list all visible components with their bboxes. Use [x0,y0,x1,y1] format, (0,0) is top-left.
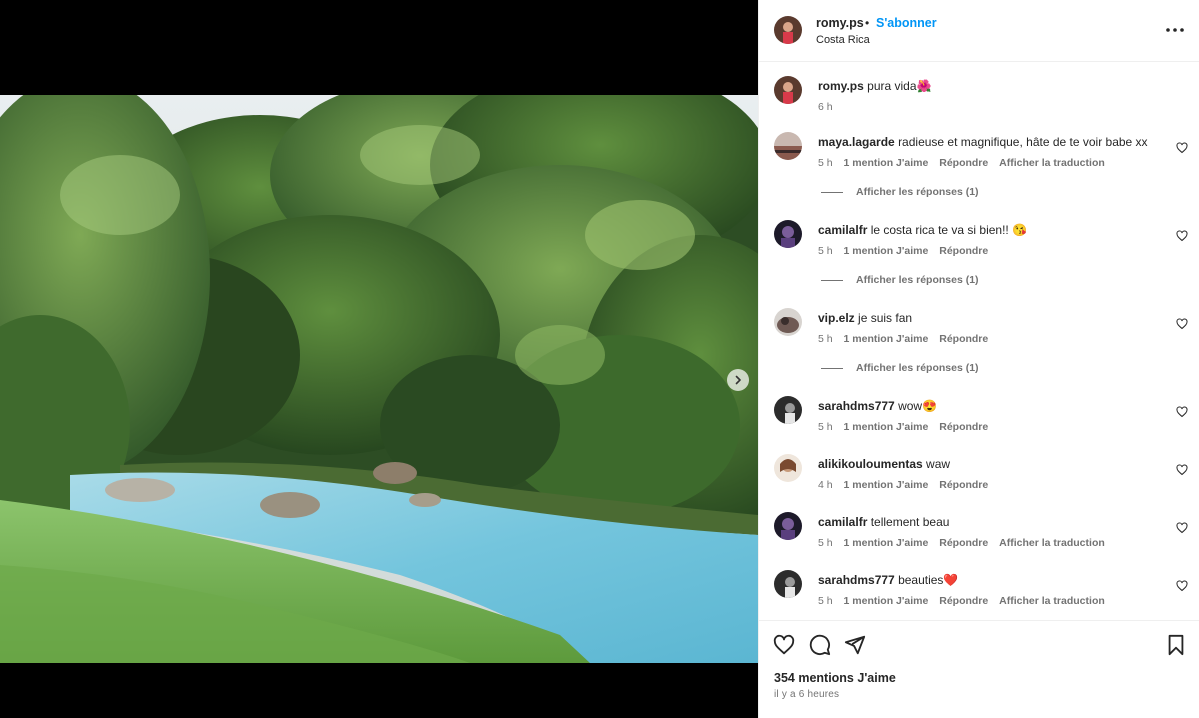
caption-emoji: 🌺 [916,79,932,93]
reply-button[interactable]: Répondre [939,333,988,345]
comment-body: wow😍 [898,399,938,413]
translate-button[interactable]: Afficher la traduction [999,595,1105,607]
comment-time[interactable]: 5 h [818,157,833,169]
comment-body: le costa rica te va si bien!! 😘 [870,223,1028,237]
caption-meta: 6 h [818,101,841,113]
comment-time[interactable]: 5 h [818,245,833,257]
reply-button[interactable]: Répondre [939,595,988,607]
comment-likes-count[interactable]: 1 mention J'aime [844,537,929,549]
comment-body: tellement beau [870,515,950,529]
view-replies-button[interactable]: Afficher les réponses (1) [821,362,979,374]
comment-time[interactable]: 5 h [818,333,833,345]
chevron-right-icon [735,375,741,385]
heart-icon[interactable] [1176,464,1188,476]
paper-plane-icon[interactable] [844,634,866,656]
comment-username[interactable]: vip.elz [818,311,855,325]
comment-icon[interactable] [809,634,831,656]
heart-icon[interactable] [1176,230,1188,242]
heart-icon[interactable] [773,634,795,656]
comment-avatar[interactable] [774,132,802,160]
comment-likes-count[interactable]: 1 mention J'aime [844,595,929,607]
caption-avatar[interactable] [774,76,802,104]
bookmark-icon[interactable] [1165,634,1187,656]
reply-button[interactable]: Répondre [939,479,988,491]
comment-body: beauties❤️ [898,573,959,587]
comment-avatar[interactable] [774,454,802,482]
comments-list: romy.ps pura vida🌺 6 h maya.lagarde radi… [759,62,1199,620]
comment-username[interactable]: sarahdms777 [818,399,895,413]
heart-icon[interactable] [1176,406,1188,418]
comment-username[interactable]: camilalfr [818,515,867,529]
comment-body: waw [926,457,951,471]
comment-username[interactable]: sarahdms777 [818,573,895,587]
author-avatar[interactable] [774,16,802,44]
translate-button[interactable]: Afficher la traduction [999,537,1105,549]
comment-avatar[interactable] [774,396,802,424]
reply-button[interactable]: Répondre [939,157,988,169]
heart-icon[interactable] [1176,142,1188,154]
comment-time[interactable]: 5 h [818,421,833,433]
comment-time[interactable]: 5 h [818,595,833,607]
comment-avatar[interactable] [774,570,802,598]
comment-likes-count[interactable]: 1 mention J'aime [844,421,929,433]
comment-avatar[interactable] [774,220,802,248]
comment-likes-count[interactable]: 1 mention J'aime [844,157,929,169]
post-photo [0,95,758,663]
post-header: romy.ps • S'abonner Costa Rica [759,0,1199,62]
comment-username[interactable]: alikikouloumentas [818,457,923,471]
caption-text: romy.ps pura vida🌺 [818,78,1158,94]
comment-avatar[interactable] [774,512,802,540]
comment-username[interactable]: camilalfr [818,223,867,237]
caption-time[interactable]: 6 h [818,101,833,113]
comment-body: radieuse et magnifique, hâte de te voir … [898,135,1148,149]
heart-icon[interactable] [1176,522,1188,534]
heart-icon[interactable] [1176,580,1188,592]
follow-button[interactable]: S'abonner [876,16,937,30]
comment-body: je suis fan [858,311,913,325]
likes-count[interactable]: 354 mentions J'aime [774,671,896,685]
translate-button[interactable]: Afficher la traduction [999,157,1105,169]
reply-button[interactable]: Répondre [939,421,988,433]
post-details-panel: romy.ps • S'abonner Costa Rica romy.ps p… [758,0,1199,718]
caption-username[interactable]: romy.ps [818,79,864,93]
comment-username[interactable]: maya.lagarde [818,135,895,149]
heart-icon[interactable] [1176,318,1188,330]
comment-time[interactable]: 5 h [818,537,833,549]
reply-button[interactable]: Répondre [939,245,988,257]
view-replies-button[interactable]: Afficher les réponses (1) [821,274,979,286]
author-username[interactable]: romy.ps [816,16,864,30]
next-image-button[interactable] [727,369,749,391]
post-media-panel [0,0,758,718]
comment-likes-count[interactable]: 1 mention J'aime [844,479,929,491]
more-options-icon[interactable] [1165,24,1185,36]
comment-likes-count[interactable]: 1 mention J'aime [844,245,929,257]
comment-time[interactable]: 4 h [818,479,833,491]
post-location[interactable]: Costa Rica [816,34,870,46]
comment-avatar[interactable] [774,308,802,336]
post-actions-bar: 354 mentions J'aime il y a 6 heures [759,620,1199,718]
separator-dot: • [865,16,870,30]
view-replies-button[interactable]: Afficher les réponses (1) [821,186,979,198]
post-timestamp[interactable]: il y a 6 heures [774,689,839,700]
comment-likes-count[interactable]: 1 mention J'aime [844,333,929,345]
reply-button[interactable]: Répondre [939,537,988,549]
caption-body: pura vida [867,79,917,93]
